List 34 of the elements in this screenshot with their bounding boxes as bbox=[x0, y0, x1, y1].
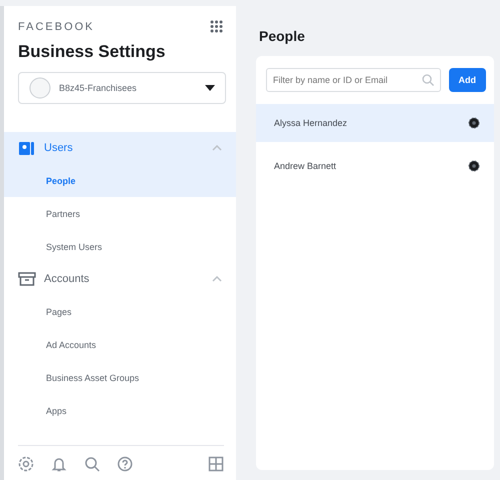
box-icon bbox=[18, 270, 36, 288]
gear-icon[interactable] bbox=[468, 117, 480, 129]
nav-item[interactable]: Business Asset Groups bbox=[4, 361, 236, 394]
users-icon bbox=[18, 139, 36, 157]
collapse-icon[interactable] bbox=[212, 276, 222, 282]
account-dropdown[interactable]: B8z45-Franchisees bbox=[18, 72, 226, 104]
nav-item[interactable]: System Users bbox=[4, 230, 236, 263]
caret-icon bbox=[205, 85, 215, 91]
person-name: Alyssa Hernandez bbox=[274, 118, 348, 128]
nav-item[interactable]: Pages bbox=[4, 295, 236, 328]
brand-name: FACEBOOK bbox=[18, 21, 95, 33]
section-header[interactable]: Users bbox=[4, 132, 236, 164]
collapse-icon[interactable] bbox=[212, 145, 222, 151]
panel-icon[interactable] bbox=[208, 456, 224, 472]
search-icon[interactable] bbox=[84, 456, 100, 472]
person-name: Andrew Barnett bbox=[274, 161, 336, 171]
settings-icon[interactable] bbox=[18, 456, 34, 472]
person-row[interactable]: Andrew Barnett bbox=[256, 147, 494, 185]
filter-field[interactable]: Filter by name or ID or Email bbox=[266, 68, 440, 92]
person-row[interactable]: Alyssa Hernandez bbox=[256, 104, 494, 142]
section-title: People bbox=[258, 27, 306, 46]
help-icon[interactable] bbox=[117, 456, 133, 472]
bell-icon[interactable] bbox=[51, 456, 67, 472]
nav-item[interactable]: Ad Accounts bbox=[4, 328, 236, 361]
add-button[interactable]: Add bbox=[448, 68, 486, 92]
gear-icon[interactable] bbox=[468, 160, 480, 172]
nav-item[interactable]: Apps bbox=[4, 394, 236, 427]
account-icon bbox=[29, 77, 51, 99]
section-header[interactable]: Accounts bbox=[4, 263, 236, 295]
nav-item[interactable]: People bbox=[4, 164, 236, 197]
page-title: Business Settings bbox=[17, 41, 166, 62]
nav-item[interactable]: Partners bbox=[4, 197, 236, 230]
grid-icon[interactable] bbox=[210, 20, 224, 34]
search-icon bbox=[422, 74, 434, 86]
